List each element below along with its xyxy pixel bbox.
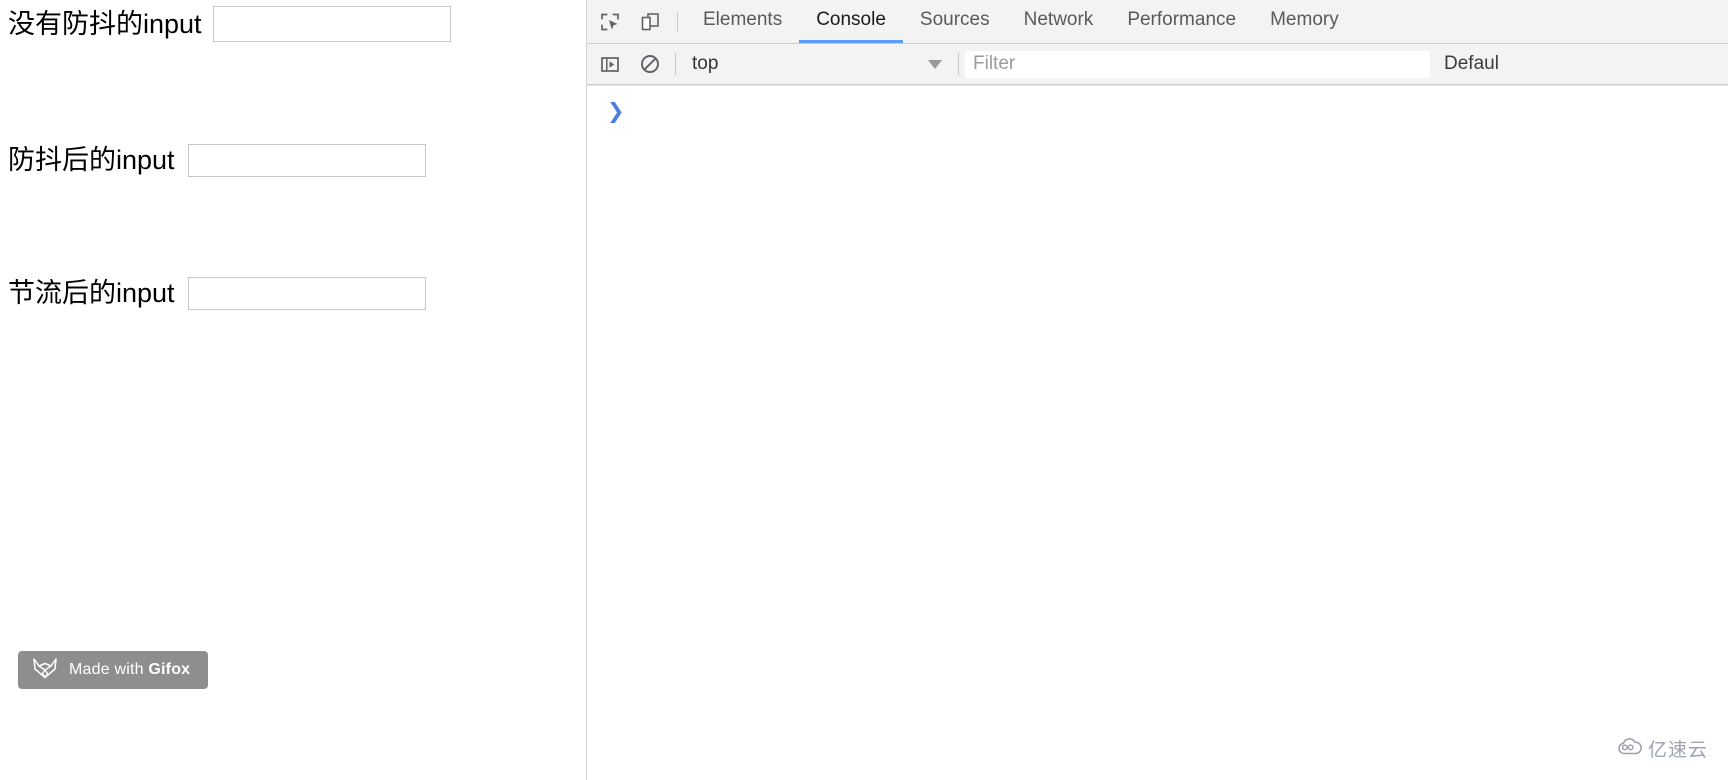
execution-context-selector[interactable]: top bbox=[682, 50, 950, 78]
throttled-input[interactable] bbox=[187, 277, 426, 310]
web-page-pane: 没有防抖的input 防抖后的input 节流后的input Made with… bbox=[0, 0, 586, 780]
console-filter-input[interactable] bbox=[965, 50, 1430, 78]
clear-console-icon[interactable] bbox=[633, 49, 667, 79]
debounced-input[interactable] bbox=[187, 144, 426, 177]
filterbar-divider-right bbox=[958, 53, 959, 75]
form-row-label: 没有防抖的input bbox=[8, 8, 202, 39]
inspect-element-icon[interactable] bbox=[593, 7, 627, 37]
filterbar-divider-left bbox=[675, 53, 676, 75]
console-prompt-chevron-icon: ❯ bbox=[607, 99, 625, 123]
form-row-throttled: 节流后的input bbox=[8, 277, 426, 310]
devtools-tabstrip: Elements Console Sources Network Perform… bbox=[587, 0, 1728, 44]
console-filter-toolbar: top Defaul bbox=[587, 44, 1728, 85]
devtools-pane: Elements Console Sources Network Perform… bbox=[587, 0, 1728, 780]
console-output-area[interactable]: ❯ bbox=[587, 85, 1728, 780]
tab-network[interactable]: Network bbox=[1007, 0, 1111, 43]
toolbar-divider bbox=[677, 11, 678, 32]
screenshot-viewport: 没有防抖的input 防抖后的input 节流后的input Made with… bbox=[0, 0, 1728, 780]
site-watermark: 亿速云 bbox=[1616, 735, 1708, 762]
device-toolbar-icon[interactable] bbox=[633, 7, 667, 37]
watermark-text: 亿速云 bbox=[1647, 740, 1708, 761]
console-sidebar-toggle-icon[interactable] bbox=[593, 49, 627, 79]
tab-memory[interactable]: Memory bbox=[1253, 0, 1356, 43]
gifox-badge: Made with Gifox bbox=[18, 651, 208, 689]
cloud-logo-icon bbox=[1616, 737, 1642, 761]
form-row-no-debounce: 没有防抖的input bbox=[8, 6, 451, 42]
chevron-down-icon bbox=[928, 59, 942, 69]
form-row-label: 防抖后的input bbox=[8, 145, 175, 175]
gifox-badge-prefix: Made with bbox=[69, 661, 149, 678]
form-row-debounced: 防抖后的input bbox=[8, 144, 426, 177]
tab-elements[interactable]: Elements bbox=[686, 0, 799, 43]
tab-sources[interactable]: Sources bbox=[903, 0, 1007, 43]
tab-performance[interactable]: Performance bbox=[1110, 0, 1253, 43]
form-row-label: 节流后的input bbox=[8, 278, 175, 308]
fox-head-icon bbox=[32, 657, 58, 684]
tab-console[interactable]: Console bbox=[799, 0, 903, 43]
gifox-brand-name: Gifox bbox=[148, 661, 191, 678]
console-prompt-row[interactable]: ❯ bbox=[587, 86, 1728, 129]
gifox-badge-label: Made with Gifox bbox=[69, 661, 190, 679]
execution-context-value: top bbox=[692, 53, 719, 74]
no-debounce-input[interactable] bbox=[212, 6, 451, 42]
console-log-level-selector[interactable]: Defaul bbox=[1444, 53, 1499, 75]
